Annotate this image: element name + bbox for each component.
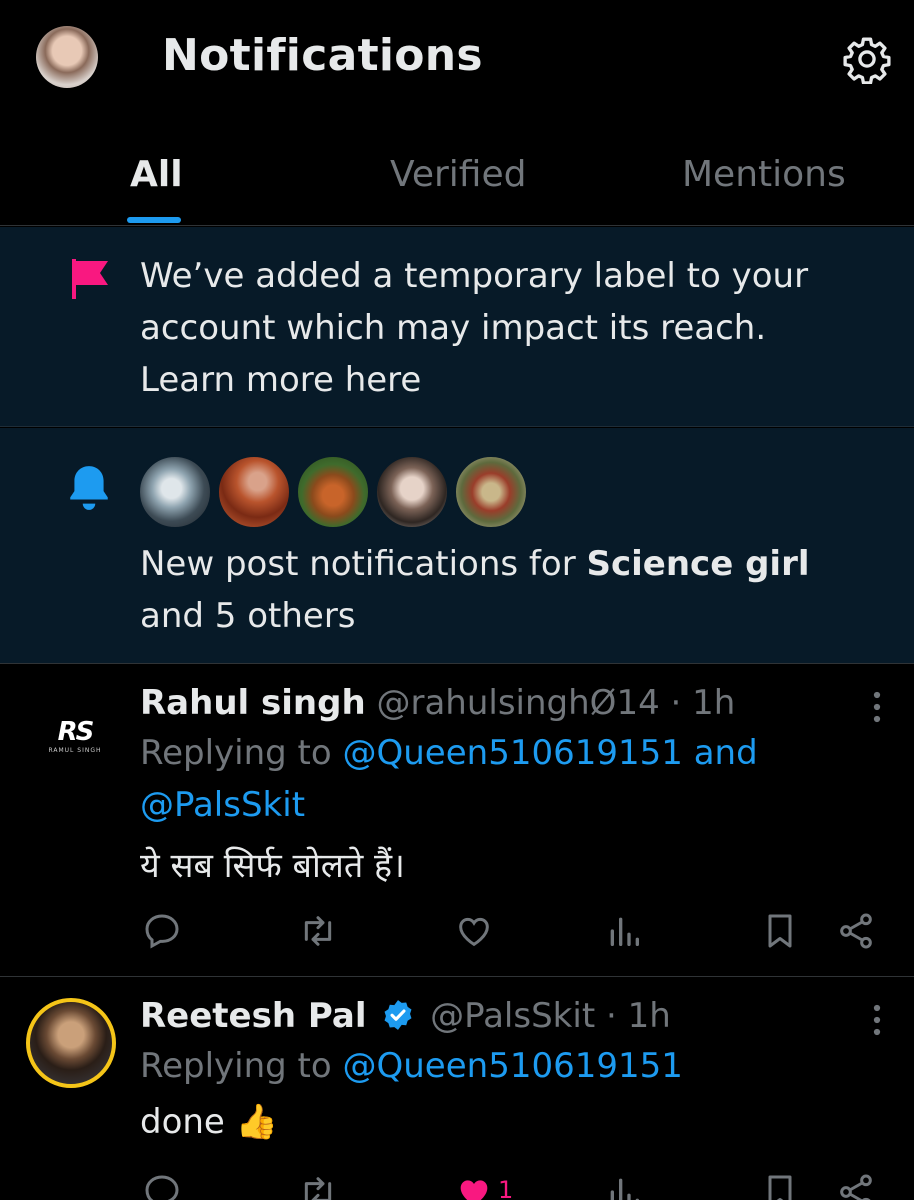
repost-icon[interactable] (298, 911, 338, 951)
bookmark-icon[interactable] (760, 1172, 800, 1200)
settings-gear-icon[interactable] (842, 34, 892, 84)
post-notif-name: Science girl (586, 544, 810, 584)
tweet-actions: 1 (0, 1172, 914, 1200)
avatar-logo-subtext: RAMUL SINGH (48, 746, 102, 754)
avatar[interactable] (454, 455, 528, 529)
avatar[interactable] (138, 455, 212, 529)
tab-verified[interactable]: Verified (390, 154, 526, 195)
views-icon[interactable] (604, 1172, 644, 1200)
reply-icon[interactable] (142, 911, 182, 951)
top-app-bar: Notifications (0, 0, 914, 120)
profile-avatar[interactable] (36, 26, 98, 88)
share-icon[interactable] (836, 1172, 876, 1200)
tweet[interactable]: RS RAMUL SINGH Rahul singh @rahulsinghØ1… (0, 665, 914, 977)
tweet-text: ये सब सिर्फ बोलते हैं। (140, 846, 405, 886)
tweet-header: Reetesh Pal @PalsSkit · 1h (140, 996, 671, 1036)
post-notifications-text: New post notifications for Science girl … (140, 538, 880, 642)
tweet-actions (0, 911, 914, 961)
tab-all[interactable]: All (130, 154, 183, 195)
share-icon[interactable] (836, 911, 876, 951)
tweet-time: · 1h (595, 996, 671, 1036)
replying-to: Replying to @Queen510619151 and @PalsSki… (140, 727, 880, 831)
avatar[interactable] (217, 455, 291, 529)
author-handle[interactable]: @PalsSkit (430, 996, 595, 1036)
replying-prefix: Replying to (140, 733, 343, 773)
avatar[interactable]: RS RAMUL SINGH (34, 695, 116, 777)
more-icon[interactable] (866, 689, 888, 725)
more-icon[interactable] (866, 1002, 888, 1038)
author-name[interactable]: Rahul singh (140, 683, 366, 723)
tab-mentions[interactable]: Mentions (682, 154, 846, 195)
repost-icon[interactable] (298, 1172, 338, 1200)
page-title: Notifications (162, 30, 483, 81)
replying-to: Replying to @Queen510619151 (140, 1040, 880, 1092)
like-icon[interactable] (454, 911, 494, 951)
active-tab-indicator (127, 217, 181, 223)
views-icon[interactable] (604, 911, 644, 951)
avatar[interactable] (26, 998, 116, 1088)
reply-icon[interactable] (142, 1172, 182, 1200)
author-name[interactable]: Reetesh Pal (140, 996, 367, 1036)
avatar[interactable] (296, 455, 370, 529)
bell-icon (70, 466, 108, 510)
notice-text[interactable]: We’ve added a temporary label to your ac… (140, 250, 870, 406)
notification-tabs: All Verified Mentions (0, 140, 914, 226)
tweet-text: done 👍 (140, 1102, 278, 1142)
avatar[interactable] (375, 455, 449, 529)
bookmark-icon[interactable] (760, 911, 800, 951)
avatar-logo-text: RS (57, 716, 95, 747)
reply-mention-link[interactable]: @Queen510619151 (343, 1046, 683, 1086)
tweet-time: · 1h (659, 683, 736, 723)
tweet-header: Rahul singh @rahulsinghØ14 · 1h (140, 683, 735, 723)
post-notif-suffix: and 5 others (140, 596, 356, 636)
author-handle[interactable]: @rahulsinghØ14 (376, 683, 659, 723)
like-count: 1 (498, 1176, 514, 1200)
liked-heart-icon[interactable] (454, 1172, 494, 1200)
verified-badge-icon[interactable] (381, 998, 415, 1032)
replying-prefix: Replying to (140, 1046, 343, 1086)
flag-icon (72, 259, 108, 299)
tweet[interactable]: Reetesh Pal @PalsSkit · 1h Replying to @… (0, 978, 914, 1200)
post-notif-prefix: New post notifications for (140, 544, 587, 584)
